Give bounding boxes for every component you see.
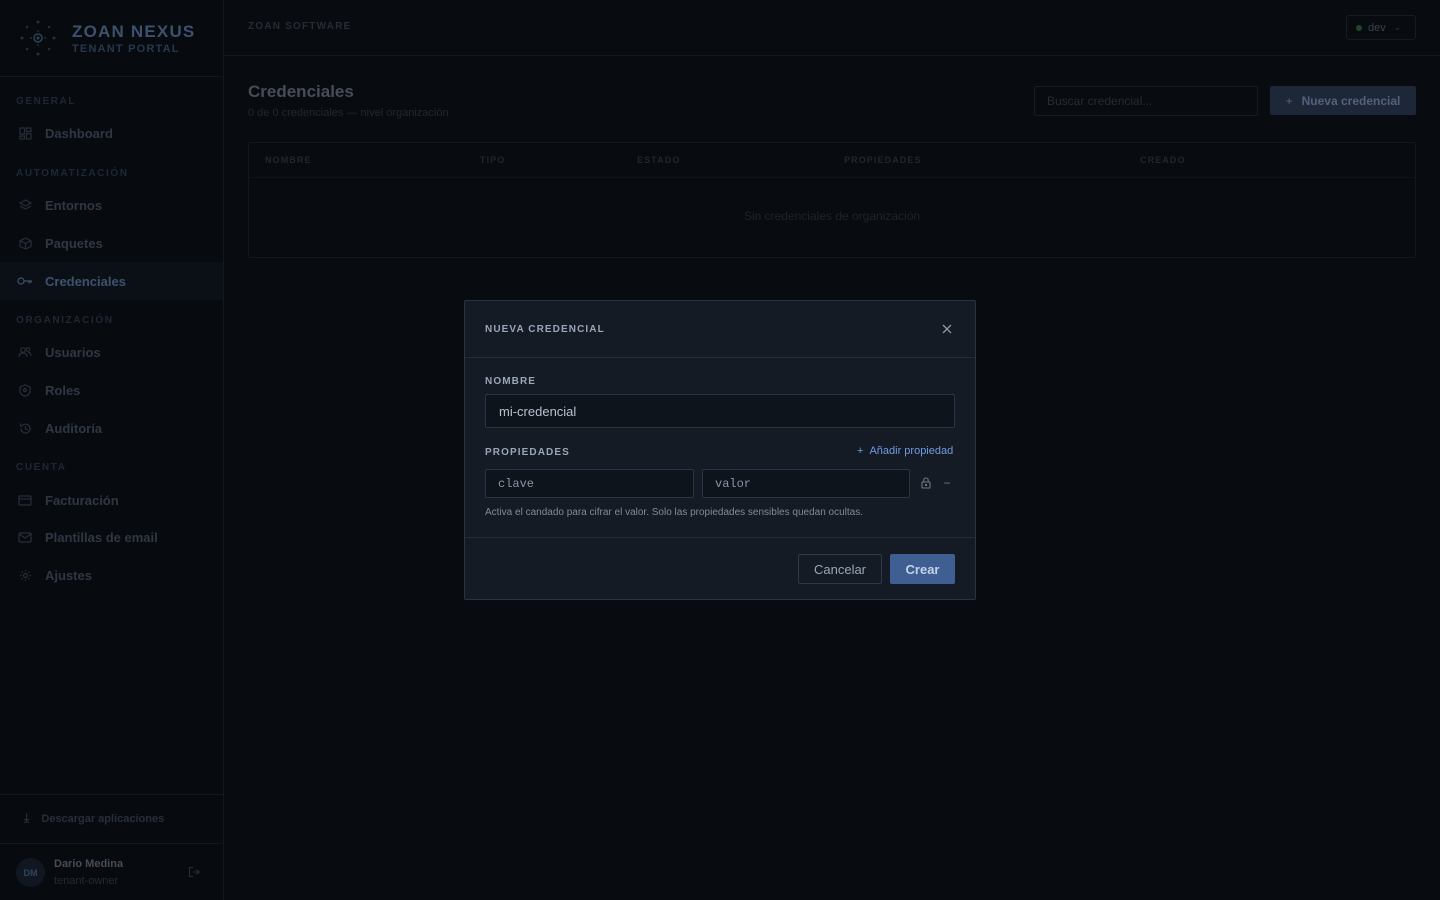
dialog-header: NUEVA CREDENCIAL [465, 301, 975, 358]
dialog-title: NUEVA CREDENCIAL [485, 324, 605, 335]
property-value-input[interactable] [702, 469, 910, 498]
add-property-button[interactable]: + Añadir propiedad [857, 445, 953, 457]
close-icon[interactable] [939, 321, 955, 337]
dialog-footer: Cancelar Crear [465, 537, 975, 599]
property-key-input[interactable] [485, 469, 694, 498]
new-credential-dialog: NUEVA CREDENCIAL NOMBRE PROPIEDADES + Añ… [464, 300, 976, 600]
encryption-hint: Activa el candado para cifrar el valor. … [485, 507, 864, 518]
create-button[interactable]: Crear [890, 554, 955, 584]
credential-name-input[interactable] [485, 394, 955, 428]
properties-label: PROPIEDADES [485, 447, 570, 458]
plus-icon: + [857, 445, 864, 457]
name-label: NOMBRE [485, 376, 537, 387]
cancel-button[interactable]: Cancelar [798, 554, 882, 584]
remove-property-icon[interactable]: − [941, 475, 953, 491]
lock-icon[interactable] [919, 475, 933, 491]
add-property-label: Añadir propiedad [869, 445, 954, 457]
